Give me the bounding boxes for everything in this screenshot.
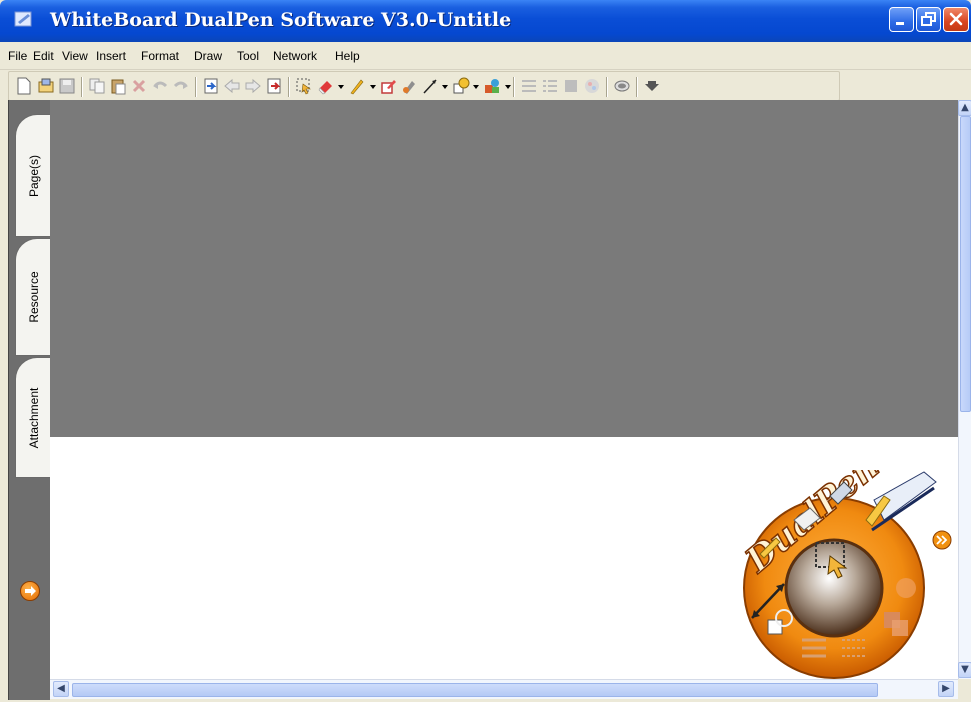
minimize-button[interactable] <box>889 7 914 32</box>
close-icon <box>949 12 963 26</box>
scroll-up-arrow-icon[interactable]: ▲ <box>958 100 971 116</box>
scroll-down-arrow-icon[interactable]: ▼ <box>958 662 971 678</box>
save-icon[interactable] <box>58 77 76 95</box>
menu-file[interactable]: File <box>8 49 27 63</box>
mask-icon[interactable] <box>613 77 631 95</box>
menu-format[interactable]: Format <box>141 49 179 63</box>
import-icon[interactable] <box>202 77 220 95</box>
scrollbar-corner <box>958 679 971 699</box>
menu-draw[interactable]: Draw <box>194 49 222 63</box>
menu-view[interactable]: View <box>62 49 88 63</box>
next-page-icon[interactable] <box>244 77 262 95</box>
paste-icon[interactable] <box>109 77 127 95</box>
toolbar-separator <box>636 77 638 97</box>
previous-page-icon[interactable] <box>223 77 241 95</box>
shape-icon[interactable] <box>452 77 470 95</box>
pen-dropdown[interactable] <box>370 85 376 89</box>
menu-insert[interactable]: Insert <box>96 49 126 63</box>
vertical-scrollbar[interactable]: ▲ ▼ <box>958 100 971 679</box>
vertical-scroll-thumb[interactable] <box>960 116 971 412</box>
title-bar[interactable]: WhiteBoard DualPen Software V3.0-Untitle <box>0 0 971 42</box>
new-page-icon[interactable] <box>15 77 33 95</box>
toolbar-separator <box>195 77 197 97</box>
side-panel: Page(s) Resource Attachment <box>8 100 51 700</box>
redo-icon[interactable] <box>172 77 190 95</box>
app-window: WhiteBoard DualPen Software V3.0-Untitle… <box>0 0 971 702</box>
toolbar-separator <box>288 77 290 97</box>
undo-icon[interactable] <box>151 77 169 95</box>
color-tool-icon[interactable] <box>896 578 916 598</box>
minimize-icon <box>896 22 904 25</box>
toolbar-separator <box>606 77 608 97</box>
tab-attachment-label: Attachment <box>26 387 41 448</box>
align-icon[interactable] <box>520 77 538 95</box>
export-icon[interactable] <box>265 77 283 95</box>
menu-help[interactable]: Help <box>335 49 360 63</box>
toolbar-separator <box>513 77 515 97</box>
open-icon[interactable] <box>37 77 55 95</box>
menu-network[interactable]: Network <box>273 49 317 63</box>
pen-icon[interactable] <box>348 77 366 95</box>
delete-icon[interactable] <box>130 77 148 95</box>
app-icon <box>14 11 32 27</box>
dualpen-floating-toolbar[interactable]: DualPen <box>724 470 958 680</box>
arrow-right-icon <box>25 586 36 596</box>
color-icon[interactable] <box>583 77 601 95</box>
line-icon[interactable] <box>421 77 439 95</box>
eraser-icon[interactable] <box>317 77 335 95</box>
list-icon[interactable] <box>541 77 559 95</box>
expand-panel-button[interactable] <box>20 581 40 601</box>
stamp-dropdown[interactable] <box>505 85 511 89</box>
menu-edit[interactable]: Edit <box>33 49 54 63</box>
restore-button[interactable] <box>916 7 941 32</box>
menu-tool[interactable]: Tool <box>237 49 259 63</box>
scroll-right-arrow-icon[interactable]: ▶ <box>938 681 954 697</box>
close-button[interactable] <box>943 7 969 32</box>
highlighter-icon[interactable] <box>400 77 418 95</box>
more-icon[interactable] <box>643 77 661 95</box>
select-icon[interactable] <box>295 77 313 95</box>
tab-pages[interactable]: Page(s) <box>15 114 51 237</box>
stamp-icon[interactable] <box>483 77 501 95</box>
marker-icon[interactable] <box>379 77 397 95</box>
eraser-dropdown[interactable] <box>338 85 344 89</box>
copy-icon[interactable] <box>88 77 106 95</box>
toolbar <box>8 71 840 101</box>
horizontal-scroll-thumb[interactable] <box>72 683 878 697</box>
shape-dropdown[interactable] <box>473 85 479 89</box>
canvas-background <box>50 100 958 437</box>
tab-resource[interactable]: Resource <box>15 238 51 356</box>
restore-icon <box>921 12 936 26</box>
scroll-left-arrow-icon[interactable]: ◀ <box>53 681 69 697</box>
tab-attachment[interactable]: Attachment <box>15 357 51 478</box>
tab-pages-label: Page(s) <box>26 154 41 197</box>
window-title: WhiteBoard DualPen Software V3.0-Untitle <box>50 9 512 31</box>
horizontal-scrollbar[interactable]: ◀ ▶ <box>50 679 958 699</box>
menu-bar: File Edit View Insert Format Draw Tool N… <box>0 42 971 70</box>
shape-tool-icon[interactable] <box>767 619 783 635</box>
tab-resource-label: Resource <box>26 271 41 323</box>
line-dropdown[interactable] <box>442 85 448 89</box>
fill-icon[interactable] <box>562 77 580 95</box>
toolbar-separator <box>81 77 83 97</box>
